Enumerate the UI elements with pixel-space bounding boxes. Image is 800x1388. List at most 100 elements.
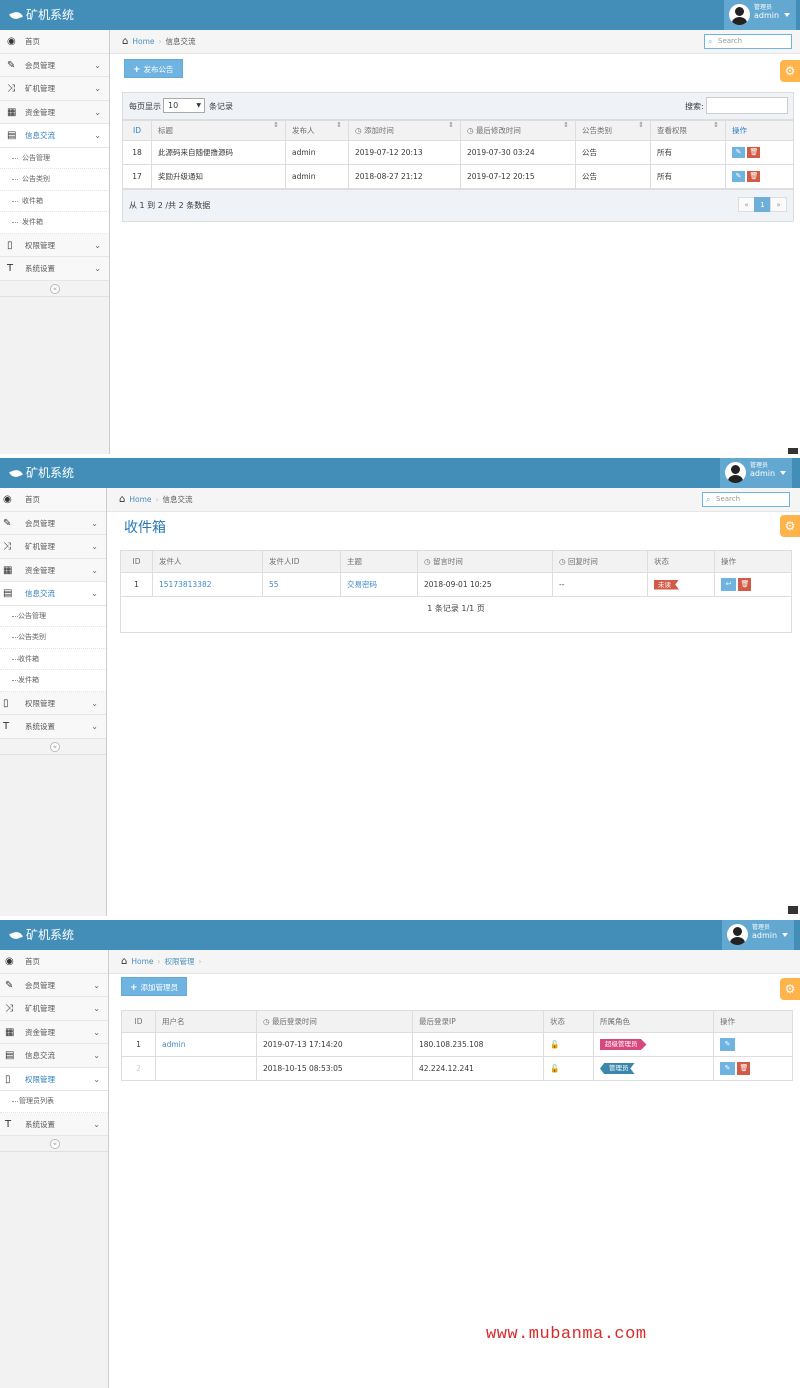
- edit-button[interactable]: ✎: [732, 147, 745, 158]
- col-id: ID: [120, 550, 153, 573]
- role-badge: 超级管理员: [600, 1039, 647, 1050]
- sidebar-item-settings[interactable]: T 系统设置 ⌄: [0, 715, 106, 739]
- brand[interactable]: 矿机系统: [9, 0, 74, 30]
- gear-icon[interactable]: ⚙: [780, 515, 800, 537]
- scroll-to-top-icon[interactable]: [788, 906, 798, 914]
- search-input[interactable]: ⌕ Search: [702, 492, 790, 507]
- username-link[interactable]: [155, 1056, 257, 1081]
- top-navbar: 矿机系统 管理员 admin: [0, 920, 800, 950]
- clock-icon: ◷: [263, 1017, 272, 1026]
- username-link[interactable]: admin: [155, 1032, 257, 1057]
- breadcrumb-home[interactable]: Home: [132, 37, 154, 46]
- user-menu[interactable]: 管理员 admin: [722, 920, 794, 950]
- sidebar-item-funds[interactable]: ▦ 资金管理 ⌄: [0, 100, 109, 124]
- sidebar-item-members[interactable]: ✎ 会员管理 ⌄: [0, 973, 108, 997]
- chevron-down-icon: ⌄: [93, 1004, 100, 1013]
- sender-id-link[interactable]: 55: [262, 572, 341, 597]
- edit-button[interactable]: ✎: [720, 1038, 735, 1051]
- col-author[interactable]: 发布人 ⇕: [285, 120, 349, 141]
- sidebar-sub-admin-list[interactable]: 管理员列表: [0, 1091, 108, 1113]
- breadcrumb-current[interactable]: 权限管理: [165, 957, 195, 966]
- caret-down-icon: [780, 471, 786, 475]
- chevron-down-icon: ⌄: [94, 131, 101, 140]
- sidebar-item-members[interactable]: ✎ 会员管理 ⌄: [0, 53, 109, 77]
- pager-prev[interactable]: «: [738, 197, 755, 212]
- sidebar-item-miners[interactable]: ⤨ 矿机管理 ⌄: [0, 77, 109, 101]
- pager-page-1[interactable]: 1: [754, 197, 771, 212]
- sidebar-collapse[interactable]: «: [0, 738, 106, 755]
- search-input[interactable]: ⌕ Search: [704, 34, 792, 49]
- col-modified[interactable]: ◷ 最后修改时间 ⇕: [460, 120, 576, 141]
- sidebar-sub-announcements[interactable]: 公告管理: [0, 605, 106, 627]
- sidebar-item-funds[interactable]: ▦ 资金管理 ⌄: [0, 558, 106, 582]
- sidebar-item-miners[interactable]: ⤨ 矿机管理 ⌄: [0, 997, 108, 1021]
- unlock-icon: 🔓: [550, 1064, 560, 1073]
- sidebar-item-settings[interactable]: T 系统设置 ⌄: [0, 1112, 108, 1136]
- col-last-login-ip: 最后登录IP: [412, 1010, 544, 1033]
- sidebar-item-funds[interactable]: ▦ 资金管理 ⌄: [0, 1020, 108, 1044]
- sidebar-item-permissions[interactable]: ▯ 权限管理 ⌄: [0, 233, 109, 257]
- user-menu[interactable]: 管理员 admin: [724, 0, 796, 30]
- sidebar-item-members[interactable]: ✎ 会员管理 ⌄: [0, 511, 106, 535]
- col-permission[interactable]: 查看权限 ⇕: [650, 120, 726, 141]
- role-badge: 管理员: [600, 1063, 635, 1074]
- delete-button[interactable]: 🗑: [737, 1062, 751, 1075]
- sidebar-sub-categories[interactable]: 公告类别: [0, 627, 106, 649]
- edit-button[interactable]: ✎: [720, 1062, 735, 1075]
- sidebar-item-home[interactable]: ◉ 首页: [0, 488, 106, 512]
- sidebar-item-home[interactable]: ◉ 首页: [0, 30, 109, 54]
- gear-icon[interactable]: ⚙: [780, 978, 800, 1000]
- sidebar-sub-outbox[interactable]: 发件箱: [0, 212, 109, 234]
- col-id: ID: [121, 1010, 156, 1033]
- col-actions: 操作: [713, 1010, 793, 1033]
- breadcrumb-current: 信息交流: [165, 37, 196, 46]
- publish-announcement-button[interactable]: + 发布公告: [124, 59, 183, 78]
- scroll-indicator: [788, 448, 798, 454]
- sidebar-item-permissions[interactable]: ▯ 权限管理 ⌄: [0, 1067, 108, 1091]
- subject-link[interactable]: 交易密码: [340, 572, 418, 597]
- sidebar-item-miners[interactable]: ⤨ 矿机管理 ⌄: [0, 535, 106, 559]
- sidebar-sub-inbox[interactable]: 收件箱: [0, 648, 106, 670]
- delete-button[interactable]: 🗑: [747, 171, 761, 182]
- breadcrumb-home[interactable]: Home: [129, 495, 151, 504]
- col-subject: 主题: [340, 550, 418, 573]
- sender-link[interactable]: 15173813382: [152, 572, 263, 597]
- sidebar-sub-categories[interactable]: 公告类别: [0, 169, 109, 191]
- avatar: [729, 4, 750, 25]
- screenshot-announcements: 矿机系统 管理员 admin ◉ 首页 ✎ 会员管理 ⌄ ⤨ 矿机管理 ⌄ ▦ 资金管理 ⌄ ▤…: [0, 0, 800, 454]
- reply-button[interactable]: ↩: [721, 578, 736, 591]
- page-size-select[interactable]: 10 ▼: [163, 98, 205, 113]
- sidebar-item-home[interactable]: ◉ 首页: [0, 950, 108, 974]
- edit-button[interactable]: ✎: [732, 171, 745, 182]
- sidebar-item-settings[interactable]: T 系统设置 ⌄: [0, 257, 109, 281]
- add-admin-button[interactable]: + 添加管理员: [121, 977, 188, 996]
- delete-button[interactable]: 🗑: [747, 147, 761, 158]
- brand[interactable]: 矿机系统: [9, 920, 74, 950]
- user-menu[interactable]: 管理员 admin: [720, 458, 792, 488]
- col-id[interactable]: ID: [122, 120, 152, 141]
- sidebar-sub-announcements[interactable]: 公告管理: [0, 147, 109, 169]
- sidebar-sub-outbox[interactable]: 发件箱: [0, 670, 106, 692]
- gear-icon[interactable]: ⚙: [780, 60, 800, 82]
- sidebar-collapse[interactable]: «: [0, 280, 109, 297]
- sidebar-item-messages[interactable]: ▤ 信息交流 ⌄: [0, 582, 106, 606]
- col-title[interactable]: 标题 ⇕: [151, 120, 286, 141]
- brand[interactable]: 矿机系统: [9, 458, 74, 488]
- text-icon: T: [5, 1118, 12, 1130]
- col-category[interactable]: 公告类别 ⇕: [575, 120, 651, 141]
- sidebar-item-messages[interactable]: ▤ 信息交流 ⌄: [0, 1044, 108, 1068]
- sidebar-item-messages[interactable]: ▤ 信息交流 ⌄: [0, 124, 109, 148]
- col-created[interactable]: ◷ 添加时间 ⇕: [348, 120, 461, 141]
- table-info: 从 1 到 2 /共 2 条数据: [129, 201, 211, 210]
- delete-button[interactable]: 🗑: [738, 578, 752, 591]
- col-sender-id: 发件人ID: [262, 550, 341, 573]
- caret-down-icon: [782, 933, 788, 937]
- pager-next[interactable]: »: [770, 197, 787, 212]
- sidebar-item-permissions[interactable]: ▯ 权限管理 ⌄: [0, 691, 106, 715]
- collapse-icon: «: [50, 741, 60, 752]
- page-size-label: 每页显示: [129, 102, 161, 111]
- table-search-input[interactable]: [706, 97, 788, 114]
- breadcrumb-home[interactable]: Home: [131, 957, 153, 966]
- sidebar-collapse[interactable]: «: [0, 1136, 108, 1152]
- sidebar-sub-inbox[interactable]: 收件箱: [0, 190, 109, 212]
